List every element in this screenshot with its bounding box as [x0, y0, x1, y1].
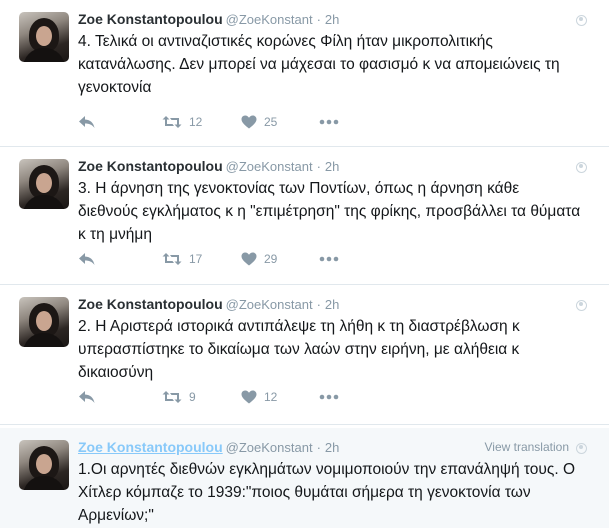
tweet-3[interactable]: Zoe Konstantopoulou @ZoeKonstant · 2h 3. Η … — [0, 147, 609, 285]
like-count: 12 — [264, 390, 278, 404]
timeline: Zoe Konstantopoulou @ZoeKonstant · 2h 4. Τε… — [0, 0, 609, 528]
more-icon — [319, 394, 339, 400]
tweet-header: Zoe Konstantopoulou @ZoeKonstant · 2h — [78, 11, 339, 29]
avatar[interactable] — [19, 297, 69, 347]
like-count: 29 — [264, 252, 278, 266]
like-button[interactable]: 29 — [241, 249, 277, 269]
author-handle[interactable]: @ZoeKonstant — [226, 440, 313, 455]
tweet-text: 1.Οι αρνητές διεθνών εγκλημάτων νομιμοπο… — [78, 461, 576, 524]
separator: · — [316, 297, 321, 312]
tweet-4[interactable]: Zoe Konstantopoulou @ZoeKonstant · 2h 4. Τε… — [0, 0, 609, 147]
more-button[interactable] — [319, 387, 339, 407]
heart-icon — [241, 252, 257, 266]
author-name[interactable]: Zoe Konstantopoulou — [78, 11, 223, 27]
reply-button[interactable] — [78, 249, 96, 269]
heart-icon — [241, 115, 257, 129]
heart-icon — [241, 390, 257, 404]
tweet-text: 2. Η Αριστερά ιστορικά αντιπάλεψε τη λήθ… — [78, 318, 520, 381]
retweet-button[interactable]: 12 — [162, 112, 202, 132]
retweet-icon — [162, 253, 182, 265]
avatar[interactable] — [19, 440, 69, 490]
separator: · — [316, 440, 321, 455]
separator: · — [316, 159, 321, 174]
more-icon — [319, 119, 339, 125]
tweet-header: Zoe Konstantopoulou @ZoeKonstant · 2h — [78, 296, 339, 314]
author-handle[interactable]: @ZoeKonstant — [226, 159, 313, 174]
reply-icon — [79, 391, 95, 403]
like-button[interactable]: 25 — [241, 112, 277, 132]
globe-icon[interactable] — [576, 15, 587, 26]
tweet-1[interactable]: Zoe Konstantopoulou @ZoeKonstant · 2h View … — [0, 428, 609, 528]
like-button[interactable]: 12 — [241, 387, 277, 407]
tweet-actions: 12 25 — [78, 112, 378, 132]
like-count: 25 — [264, 115, 278, 129]
tweet-text: 3. Η άρνηση της γενοκτονίας των Ποντίων,… — [78, 180, 581, 243]
retweet-icon — [162, 391, 182, 403]
author-name[interactable]: Zoe Konstantopoulou — [78, 439, 223, 455]
more-button[interactable] — [319, 249, 339, 269]
separator: · — [316, 12, 321, 27]
timestamp[interactable]: 2h — [325, 12, 339, 27]
globe-icon[interactable] — [576, 443, 587, 454]
avatar[interactable] — [19, 12, 69, 62]
reply-button[interactable] — [78, 112, 96, 132]
author-name[interactable]: Zoe Konstantopoulou — [78, 296, 223, 312]
globe-icon[interactable] — [576, 300, 587, 311]
reply-icon — [79, 253, 95, 265]
tweet-actions: 17 29 — [78, 249, 378, 269]
globe-icon[interactable] — [576, 162, 587, 173]
author-handle[interactable]: @ZoeKonstant — [226, 12, 313, 27]
retweet-count: 12 — [189, 115, 203, 129]
retweet-count: 9 — [189, 390, 196, 404]
tweet-text: 4. Τελικά οι αντιναζιστικές κορώνες Φίλη… — [78, 33, 560, 96]
more-button[interactable] — [319, 112, 339, 132]
author-handle[interactable]: @ZoeKonstant — [226, 297, 313, 312]
tweet-actions: 9 12 — [78, 387, 378, 407]
author-name[interactable]: Zoe Konstantopoulou — [78, 158, 223, 174]
reply-icon — [79, 116, 95, 128]
retweet-count: 17 — [189, 252, 203, 266]
timestamp[interactable]: 2h — [325, 159, 339, 174]
tweet-header: Zoe Konstantopoulou @ZoeKonstant · 2h — [78, 439, 339, 457]
more-icon — [319, 256, 339, 262]
tweet-header: Zoe Konstantopoulou @ZoeKonstant · 2h — [78, 158, 339, 176]
timestamp[interactable]: 2h — [325, 440, 339, 455]
retweet-button[interactable]: 17 — [162, 249, 202, 269]
avatar[interactable] — [19, 159, 69, 209]
retweet-button[interactable]: 9 — [162, 387, 196, 407]
tweet-2[interactable]: Zoe Konstantopoulou @ZoeKonstant · 2h 2. Η … — [0, 285, 609, 425]
reply-button[interactable] — [78, 387, 96, 407]
timestamp[interactable]: 2h — [325, 297, 339, 312]
view-translation-link[interactable]: View translation — [485, 440, 570, 454]
retweet-icon — [162, 116, 182, 128]
